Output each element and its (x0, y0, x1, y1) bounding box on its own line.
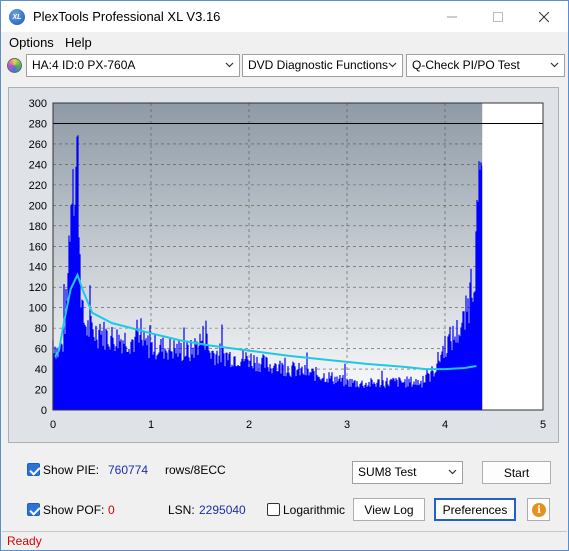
y-tick-label: 280 (29, 118, 47, 130)
view-log-button[interactable]: View Log (353, 498, 425, 521)
preferences-label: Preferences (442, 502, 508, 517)
logarithmic-checkbox[interactable] (267, 503, 280, 516)
app-logo-icon: XL (9, 9, 25, 25)
pie-value: 760774 (108, 463, 149, 477)
y-tick-label: 100 (29, 303, 47, 315)
controls-panel: Show PIE: 760774 rows/8ECC SUM8 Test Sta… (8, 453, 559, 525)
chevron-down-icon (550, 62, 559, 68)
info-icon: i (532, 503, 546, 517)
y-tick-label: 120 (29, 282, 47, 294)
lsn-label: LSN: (168, 503, 195, 517)
logarithmic-label: Logarithmic (283, 503, 346, 517)
chart-panel: 0 20 40 60 80 100 120 140 160 180 200 220 240 260 280 3… (8, 87, 559, 443)
x-tick-label: 0 (50, 419, 56, 431)
info-button[interactable]: i (527, 498, 550, 521)
y-tick-label: 0 (41, 405, 47, 417)
drive-select-value: HA:4 ID:0 PX-760A (32, 58, 136, 72)
pof-value: 0 (108, 503, 115, 517)
title-bar: XL PlexTools Professional XL V3.16 (1, 1, 568, 32)
y-tick-label: 300 (29, 98, 47, 110)
start-label: Start (503, 465, 530, 480)
show-pof-label: Show POF: (43, 503, 105, 517)
show-pie-checkbox[interactable] (27, 463, 40, 476)
window-title: PlexTools Professional XL V3.16 (33, 9, 221, 24)
app-window: XL PlexTools Professional XL V3.16 Optio… (0, 0, 569, 551)
x-tick-label: 5 (540, 419, 546, 431)
drive-select[interactable]: HA:4 ID:0 PX-760A (26, 54, 240, 77)
view-log-label: View Log (364, 502, 414, 517)
minimize-icon (447, 16, 457, 17)
maximize-button[interactable] (475, 1, 521, 32)
y-axis-ticks: 0 20 40 60 80 100 120 140 160 180 200 220 240 260 280 3… (29, 98, 47, 417)
y-tick-label: 220 (29, 180, 47, 192)
y-tick-label: 40 (35, 364, 47, 376)
pi-po-chart: 0204060801001201401601802002202402602803… (29, 98, 546, 431)
close-icon (539, 11, 549, 22)
disc-drive-icon (7, 58, 22, 73)
preferences-button[interactable]: Preferences (434, 498, 516, 521)
x-axis-ticks: 0 1 2 3 4 5 (50, 419, 546, 431)
menu-options[interactable]: Options (9, 35, 54, 50)
y-tick-label: 240 (29, 159, 47, 171)
menu-help[interactable]: Help (65, 35, 92, 50)
show-pie-label: Show PIE: (43, 463, 100, 477)
function-select-value: DVD Diagnostic Functions (248, 58, 389, 72)
status-bar: Ready (2, 531, 567, 550)
y-tick-label: 160 (29, 241, 47, 253)
x-tick-label: 4 (442, 419, 448, 431)
menu-bar: Options Help (1, 32, 568, 52)
y-tick-label: 60 (35, 344, 47, 356)
x-tick-label: 2 (246, 419, 252, 431)
unscanned-area (482, 103, 543, 410)
status-text: Ready (7, 534, 42, 548)
function-select[interactable]: DVD Diagnostic Functions (242, 54, 403, 77)
x-tick-label: 1 (148, 419, 154, 431)
rows-label: rows/8ECC (165, 463, 226, 477)
minimize-button[interactable] (429, 1, 475, 32)
chevron-down-icon (448, 469, 457, 475)
y-tick-label: 80 (35, 323, 47, 335)
test-select-value: Q-Check PI/PO Test (412, 58, 520, 72)
start-button[interactable]: Start (482, 461, 551, 484)
y-tick-label: 200 (29, 200, 47, 212)
chevron-down-icon (388, 62, 397, 68)
y-tick-label: 20 (35, 385, 47, 397)
y-tick-label: 140 (29, 262, 47, 274)
y-tick-label: 260 (29, 139, 47, 151)
test-select[interactable]: Q-Check PI/PO Test (406, 54, 565, 77)
x-tick-label: 3 (344, 419, 350, 431)
chevron-down-icon (225, 62, 234, 68)
show-pof-checkbox[interactable] (27, 503, 40, 516)
test-mode-value: SUM8 Test (358, 465, 417, 479)
test-mode-select[interactable]: SUM8 Test (352, 461, 463, 484)
lsn-value: 2295040 (199, 503, 246, 517)
maximize-icon (493, 11, 503, 22)
toolbar: HA:4 ID:0 PX-760A DVD Diagnostic Functio… (1, 53, 568, 79)
y-tick-label: 180 (29, 221, 47, 233)
close-button[interactable] (521, 1, 567, 32)
